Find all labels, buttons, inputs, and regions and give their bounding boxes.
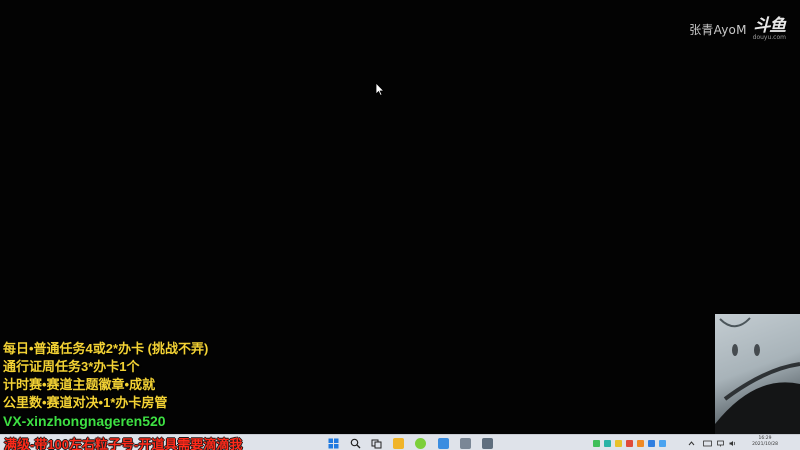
chevron-up-icon[interactable] bbox=[688, 440, 695, 447]
windows-start-icon[interactable] bbox=[328, 438, 339, 449]
promo-banner: 满级-带100左右粒子号-开道具需要滴滴我 bbox=[4, 436, 243, 450]
overlay-line-pass: 通行证周任务3*办卡1个 bbox=[3, 359, 140, 374]
tray-orange-app-icon[interactable] bbox=[637, 440, 644, 447]
speedtest-app-icon[interactable] bbox=[460, 438, 471, 449]
volume-icon[interactable] bbox=[729, 440, 736, 447]
file-explorer-icon[interactable] bbox=[393, 438, 404, 449]
task-view-icon[interactable] bbox=[371, 438, 382, 449]
clock-date: 2021/10/28 bbox=[752, 442, 778, 447]
tray-yellow-app-icon[interactable] bbox=[615, 440, 622, 447]
stream-watermark: 张青AyoM 斗鱼 douyu.com bbox=[689, 16, 787, 42]
tray-red-app-icon[interactable] bbox=[626, 440, 633, 447]
logo-text: 斗鱼 bbox=[753, 16, 786, 36]
keyboard-icon[interactable] bbox=[703, 440, 712, 447]
network-icon[interactable] bbox=[717, 440, 724, 447]
overlay-line-timetrial: 计时赛•赛道主题徽章•成就 bbox=[3, 377, 156, 392]
douyu-logo: 斗鱼 douyu.com bbox=[752, 16, 787, 42]
game-app-icon[interactable] bbox=[415, 438, 426, 449]
task-overlay: 每日•普通任务4或2*办卡 (挑战不弄) 通行证周任务3*办卡1个 计时赛•赛道… bbox=[3, 340, 208, 430]
streamer-name: 张青AyoM bbox=[689, 23, 747, 37]
search-icon[interactable] bbox=[350, 438, 361, 449]
overlay-line-distance: 公里数•赛道对决•1*办卡房管 bbox=[3, 395, 168, 410]
overlay-line-daily: 每日•普通任务4或2*办卡 (挑战不弄) bbox=[3, 341, 209, 356]
media-app-icon[interactable] bbox=[482, 438, 493, 449]
tray-blue-app-icon[interactable] bbox=[648, 440, 655, 447]
webcam-feed bbox=[715, 314, 800, 434]
taskbar: 满级-带100左右粒子号-开道具需要滴滴我 16:29 2021/10/28 bbox=[0, 434, 800, 450]
tray-teal-app-icon[interactable] bbox=[604, 440, 611, 447]
desktop-background[interactable]: 张青AyoM 斗鱼 douyu.com 每日•普通任务4或2*办卡 (挑战不弄)… bbox=[0, 0, 800, 434]
tray-green-app-icon[interactable] bbox=[593, 440, 600, 447]
overlay-line-contact: VX-xinzhongnageren520 bbox=[3, 413, 166, 429]
webcam-image bbox=[715, 317, 800, 434]
logo-url: douyu.com bbox=[752, 34, 786, 41]
tray-blue2-app-icon[interactable] bbox=[659, 440, 666, 447]
system-clock[interactable]: 16:29 2021/10/28 bbox=[752, 436, 778, 448]
mouse-cursor-icon bbox=[375, 82, 385, 96]
chat-app-icon[interactable] bbox=[438, 438, 449, 449]
